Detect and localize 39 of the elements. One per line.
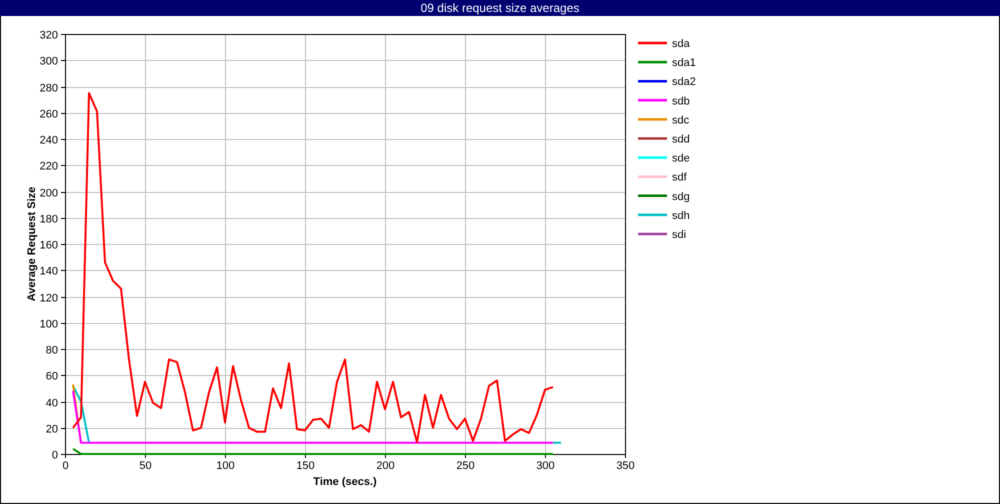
y-tick-label: 300 — [40, 56, 58, 68]
legend-label: sdh — [672, 210, 690, 222]
x-tick-label: 100 — [216, 460, 235, 472]
y-tick-label: 240 — [40, 134, 58, 146]
legend-label: sdb — [672, 95, 690, 108]
y-tick-label: 80 — [46, 344, 58, 356]
y-tick-label: 220 — [40, 160, 58, 172]
y-tick-label: 320 — [40, 30, 58, 42]
y-tick-label: 160 — [40, 240, 58, 252]
x-axis-title: Time (secs.) — [313, 476, 377, 488]
y-tick-label: 120 — [40, 292, 58, 304]
window-title: 09 disk request size averages — [0, 0, 1000, 16]
legend-label: sdf — [672, 172, 687, 184]
x-tick-label: 0 — [62, 460, 69, 472]
legend-label: sde — [672, 152, 690, 165]
y-tick-label: 0 — [52, 450, 58, 462]
y-tick-label: 280 — [40, 82, 58, 94]
y-tick-label: 180 — [40, 214, 58, 226]
y-tick-label: 40 — [46, 398, 58, 410]
y-tick-label: 140 — [40, 266, 58, 278]
legend-label: sdi — [672, 229, 686, 241]
legend-label: sda1 — [672, 57, 696, 70]
y-tick-label: 20 — [46, 424, 58, 436]
y-tick-label: 60 — [46, 370, 58, 382]
y-tick-label: 200 — [40, 188, 58, 200]
x-tick-label: 350 — [616, 460, 635, 472]
x-tick-label: 150 — [296, 460, 315, 472]
x-tick-label: 50 — [139, 460, 152, 472]
x-tick-label: 250 — [456, 460, 475, 472]
y-tick-label: 100 — [40, 318, 58, 330]
legend-label: sdg — [672, 190, 690, 203]
y-axis-title: Average Request Size — [26, 186, 38, 302]
legend-label: sdc — [672, 114, 690, 126]
y-tick-label: 260 — [40, 108, 58, 120]
x-tick-label: 200 — [376, 460, 395, 472]
legend-label: sda2 — [672, 76, 696, 88]
x-tick-label: 300 — [536, 460, 555, 472]
legend-label: sda — [672, 38, 690, 50]
legend-label: sdd — [672, 134, 690, 146]
